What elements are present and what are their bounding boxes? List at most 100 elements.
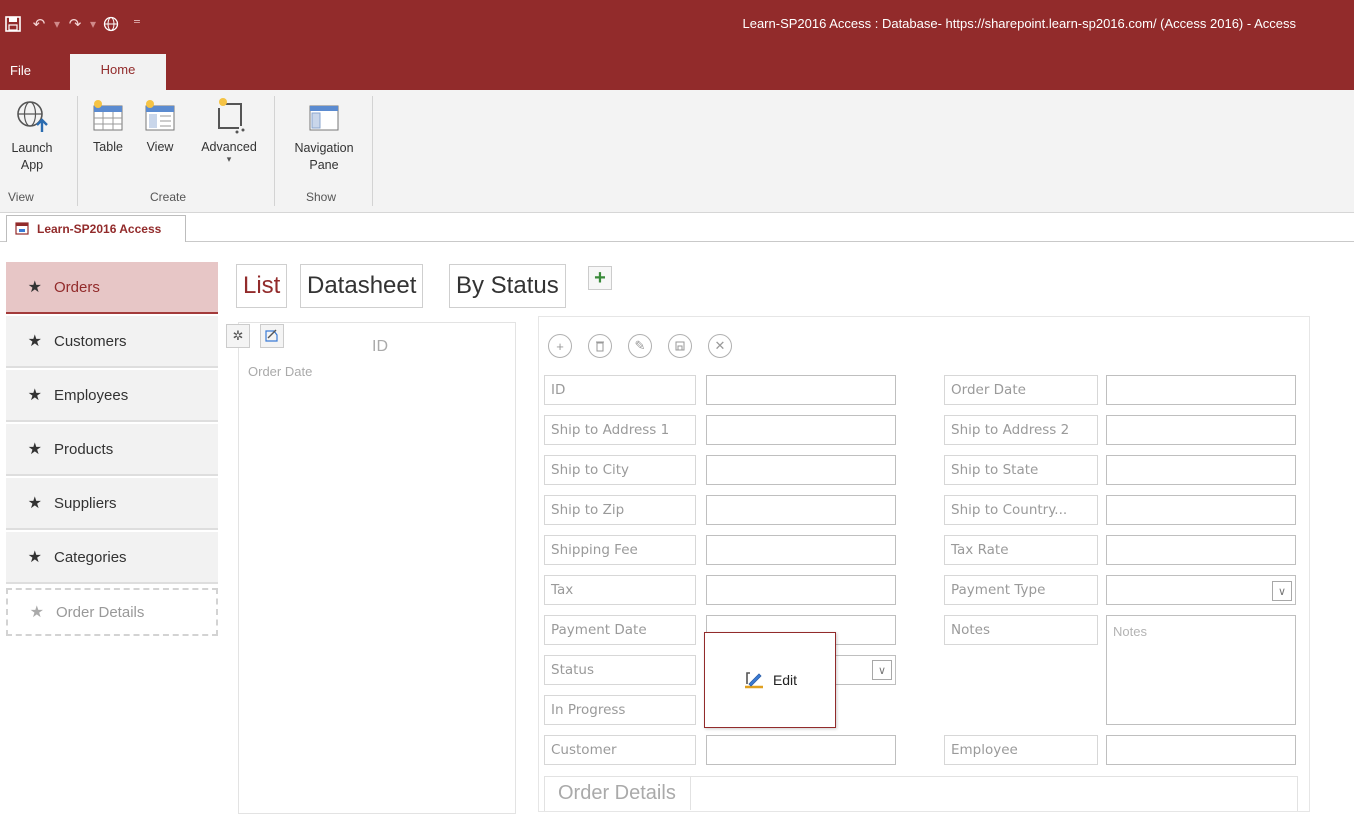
redo-icon[interactable]: ↷ bbox=[62, 11, 88, 37]
cancel-record-icon[interactable]: ✕ bbox=[708, 334, 732, 358]
star-icon: ★ bbox=[27, 387, 42, 404]
access-app-icon bbox=[15, 221, 29, 238]
star-icon: ★ bbox=[27, 441, 42, 458]
window-title: Learn-SP2016 Access : Database- https://… bbox=[742, 16, 1296, 31]
label-status: Status bbox=[544, 655, 696, 685]
add-view-button[interactable]: + bbox=[588, 266, 612, 290]
ship-to-state-field[interactable] bbox=[1106, 455, 1296, 485]
tax-field[interactable] bbox=[706, 575, 896, 605]
label-tax: Tax bbox=[544, 575, 696, 605]
group-separator bbox=[372, 96, 373, 206]
star-icon: ★ bbox=[29, 604, 44, 621]
notes-placeholder: Notes bbox=[1113, 624, 1147, 639]
label-payment-type: Payment Type bbox=[944, 575, 1098, 605]
launch-app-label: Launch App bbox=[11, 141, 53, 172]
gear-icon[interactable]: ✲ bbox=[226, 324, 250, 348]
label-ship-to-address-1: Ship to Address 1 bbox=[544, 415, 696, 445]
label-ship-to-address-2: Ship to Address 2 bbox=[944, 415, 1098, 445]
navigation-pane-label: Navigation Pane bbox=[294, 141, 354, 172]
advanced-button[interactable]: Advanced ▾ bbox=[190, 98, 268, 165]
status-dropdown-arrow-icon[interactable]: ∨ bbox=[872, 660, 892, 680]
launch-app-button[interactable]: Launch App bbox=[6, 98, 58, 174]
label-order-date: Order Date bbox=[944, 375, 1098, 405]
star-icon: ★ bbox=[27, 333, 42, 350]
quick-access-toolbar: ↶ ▾ ↷ ▾ ⁼ bbox=[0, 10, 150, 38]
ship-to-address-2-field[interactable] bbox=[1106, 415, 1296, 445]
view-tab-datasheet[interactable]: Datasheet bbox=[300, 264, 424, 308]
nav-item-order-details-ghost[interactable]: ★ Order Details bbox=[6, 588, 218, 636]
customize-toolbar-icon[interactable]: ⁼ bbox=[124, 11, 150, 37]
navigation-pane-icon bbox=[306, 98, 342, 134]
label-ship-to-zip: Ship to Zip bbox=[544, 495, 696, 525]
edit-record-icon[interactable]: ✎ bbox=[628, 334, 652, 358]
redo-dropdown-icon[interactable]: ▾ bbox=[88, 17, 98, 31]
nav-item-label: Products bbox=[54, 440, 114, 458]
employee-field[interactable] bbox=[1106, 735, 1296, 765]
nav-item-customers[interactable]: ★ Customers bbox=[6, 316, 218, 368]
tab-home[interactable]: Home bbox=[70, 54, 166, 90]
ship-to-country-field[interactable] bbox=[1106, 495, 1296, 525]
label-ship-to-city: Ship to City bbox=[544, 455, 696, 485]
shipping-fee-field[interactable] bbox=[706, 535, 896, 565]
navigation-pane-button[interactable]: Navigation Pane bbox=[282, 98, 366, 174]
tax-rate-field[interactable] bbox=[1106, 535, 1296, 565]
customer-field[interactable] bbox=[706, 735, 896, 765]
table-icon bbox=[90, 98, 126, 134]
notes-field[interactable]: Notes bbox=[1106, 615, 1296, 725]
undo-dropdown-icon[interactable]: ▾ bbox=[52, 17, 62, 31]
group-label-show: Show bbox=[306, 190, 337, 204]
nav-item-categories[interactable]: ★ Categories bbox=[6, 532, 218, 584]
group-label-create: Create bbox=[150, 190, 187, 204]
edit-popup[interactable]: Edit bbox=[704, 632, 836, 728]
ship-to-zip-field[interactable] bbox=[706, 495, 896, 525]
ship-to-address-1-field[interactable] bbox=[706, 415, 896, 445]
star-icon: ★ bbox=[27, 495, 42, 512]
ship-to-city-field[interactable] bbox=[706, 455, 896, 485]
globe-arrow-icon bbox=[14, 98, 50, 134]
label-employee: Employee bbox=[944, 735, 1098, 765]
ribbon-tab-row bbox=[0, 48, 1354, 90]
nav-item-employees[interactable]: ★ Employees bbox=[6, 370, 218, 422]
table-button[interactable]: Table bbox=[84, 98, 132, 154]
label-ship-to-country: Ship to Country... bbox=[944, 495, 1098, 525]
subform-order-details[interactable]: Order Details bbox=[544, 776, 691, 810]
nav-item-label: Orders bbox=[54, 278, 100, 296]
list-primary-field: ID bbox=[372, 338, 388, 355]
nav-item-products[interactable]: ★ Products bbox=[6, 424, 218, 476]
star-icon: ★ bbox=[27, 279, 42, 296]
label-id: ID bbox=[544, 375, 696, 405]
table-label: Table bbox=[93, 140, 123, 154]
view-label: View bbox=[146, 140, 174, 154]
ribbon: Launch App View Table View Advanced ▾ Cr… bbox=[0, 90, 1354, 213]
add-record-icon[interactable]: + bbox=[548, 334, 572, 358]
view-tab-by-status[interactable]: By Status bbox=[449, 264, 566, 308]
view-tab-list[interactable]: List bbox=[236, 264, 288, 308]
document-tab[interactable]: Learn-SP2016 Access bbox=[6, 215, 187, 242]
star-icon: ★ bbox=[27, 549, 42, 566]
tab-file[interactable]: File bbox=[10, 58, 31, 90]
nav-item-label: Employees bbox=[54, 386, 129, 404]
group-separator bbox=[77, 96, 78, 206]
edit-pencil-icon bbox=[743, 669, 765, 692]
save-record-icon[interactable] bbox=[668, 334, 692, 358]
globe-icon[interactable] bbox=[98, 11, 124, 37]
data-source-icon[interactable] bbox=[260, 324, 284, 348]
label-tax-rate: Tax Rate bbox=[944, 535, 1098, 565]
label-payment-date: Payment Date bbox=[544, 615, 696, 645]
nav-item-label: Suppliers bbox=[54, 494, 117, 512]
undo-icon[interactable]: ↶ bbox=[26, 11, 52, 37]
group-label-view: View bbox=[8, 190, 34, 204]
nav-item-suppliers[interactable]: ★ Suppliers bbox=[6, 478, 218, 530]
label-in-progress: In Progress bbox=[544, 695, 696, 725]
advanced-dropdown-icon: ▾ bbox=[226, 154, 232, 164]
payment-type-dropdown-arrow-icon[interactable]: ∨ bbox=[1272, 581, 1292, 601]
nav-item-orders[interactable]: ★ Orders bbox=[6, 262, 218, 314]
view-button[interactable]: View bbox=[138, 98, 182, 154]
view-icon bbox=[142, 98, 178, 134]
label-customer: Customer bbox=[544, 735, 696, 765]
save-icon[interactable] bbox=[0, 11, 26, 37]
delete-record-icon[interactable] bbox=[588, 334, 612, 358]
order-date-field[interactable] bbox=[1106, 375, 1296, 405]
id-field[interactable] bbox=[706, 375, 896, 405]
payment-type-dropdown[interactable] bbox=[1106, 575, 1296, 605]
